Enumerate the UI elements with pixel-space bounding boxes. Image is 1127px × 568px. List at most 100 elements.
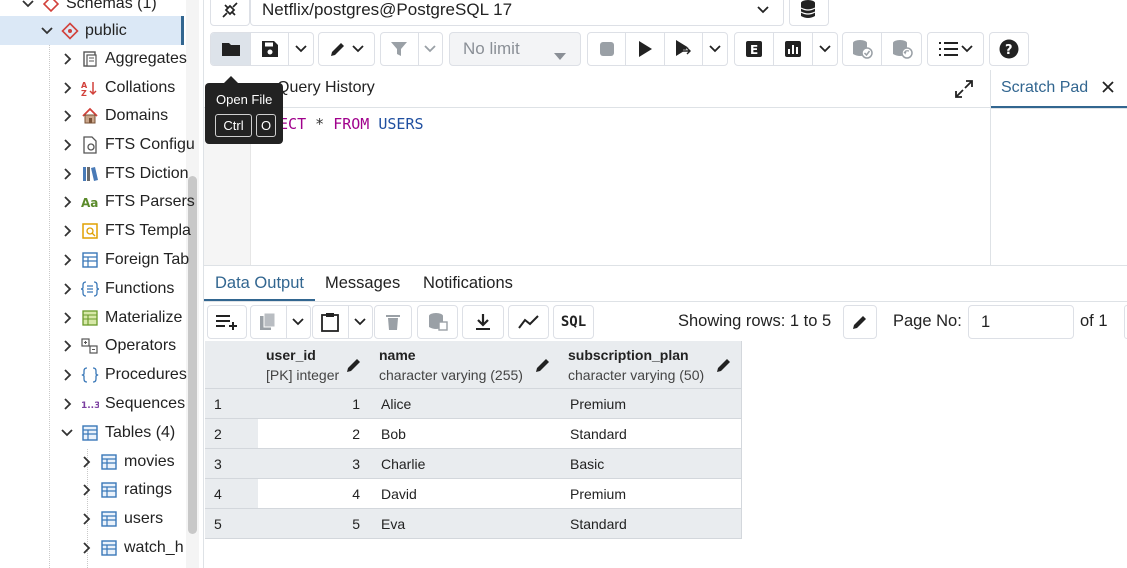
connection-status-button[interactable] xyxy=(210,0,250,26)
tree-item-fts-dictionaries[interactable]: FTS Diction xyxy=(59,160,189,188)
database-save-icon xyxy=(428,313,448,331)
tab-data-output[interactable]: Data Output xyxy=(215,274,304,293)
tab-scratch-pad[interactable]: Scratch Pad xyxy=(991,70,1127,108)
edit-range-button[interactable] xyxy=(843,305,877,339)
tree-item-collations[interactable]: AZ Collations xyxy=(59,74,175,102)
filter-dropdown[interactable] xyxy=(419,33,442,65)
execute-script-button[interactable] xyxy=(665,33,703,65)
sql-editor[interactable]: LECT * FROM USERS xyxy=(270,115,424,133)
tree-item-label: Materialize xyxy=(105,309,183,326)
tree-item-materialized-views[interactable]: Materialize xyxy=(59,304,182,332)
close-icon[interactable] xyxy=(1101,80,1115,99)
explain-analyze-button[interactable] xyxy=(774,33,813,65)
cell-subscription-plan[interactable]: Premium xyxy=(560,389,742,419)
cell-user-id[interactable]: 3 xyxy=(258,449,372,479)
tree-item-tables[interactable]: Tables (4) xyxy=(59,419,175,447)
explain-button[interactable]: E xyxy=(735,33,774,65)
connection-select[interactable]: Netflix/postgres@PostgreSQL 17 xyxy=(250,0,784,26)
row-number[interactable]: 2 xyxy=(205,419,259,449)
cell-user-id[interactable]: 2 xyxy=(258,419,372,449)
copy-button[interactable] xyxy=(251,306,287,338)
explain-options-dropdown[interactable] xyxy=(813,33,837,65)
row-number[interactable]: 5 xyxy=(205,509,259,539)
commit-button[interactable] xyxy=(843,33,883,65)
save-options-dropdown[interactable] xyxy=(289,33,313,65)
cell-name[interactable]: Alice xyxy=(371,389,561,419)
cell-subscription-plan[interactable]: Premium xyxy=(560,479,742,509)
tab-query-history[interactable]: Query History xyxy=(277,79,375,97)
stop-query-button[interactable] xyxy=(588,33,626,65)
tree-item-procedures[interactable]: Procedures xyxy=(59,361,187,389)
new-connection-button[interactable] xyxy=(789,0,829,26)
paste-button[interactable] xyxy=(313,306,349,338)
chevron-right-icon xyxy=(78,454,94,470)
cell-user-id[interactable]: 1 xyxy=(258,389,372,419)
tree-item-table-users[interactable]: users xyxy=(78,505,163,533)
chevron-right-icon xyxy=(78,482,94,498)
column-header-user-id[interactable]: user_id [PK] integer xyxy=(258,341,372,389)
page-number-input[interactable]: 1 xyxy=(968,305,1074,339)
row-number-header[interactable] xyxy=(205,341,259,389)
tree-item-label: users xyxy=(124,510,164,527)
rollback-button[interactable] xyxy=(882,33,921,65)
download-button[interactable] xyxy=(462,305,504,339)
pencil-icon[interactable] xyxy=(716,357,732,373)
column-header-subscription-plan[interactable]: subscription_plan character varying (50) xyxy=(560,341,742,389)
cell-user-id[interactable]: 5 xyxy=(258,509,372,539)
sql-view-button[interactable]: SQL xyxy=(553,305,594,339)
copy-options-dropdown[interactable] xyxy=(287,306,310,338)
tree-item-table-movies[interactable]: movies xyxy=(78,448,175,476)
graph-visualiser-button[interactable] xyxy=(508,305,549,339)
cell-name[interactable]: David xyxy=(371,479,561,509)
execute-options-dropdown[interactable] xyxy=(703,33,727,65)
tree-item-fts-configurations[interactable]: FTS Configu xyxy=(59,131,195,159)
execute-query-button[interactable] xyxy=(626,33,665,65)
save-data-button[interactable] xyxy=(417,305,458,339)
row-limit-select[interactable]: No limit xyxy=(449,32,581,66)
delete-row-button[interactable] xyxy=(374,305,412,339)
tab-notifications[interactable]: Notifications xyxy=(423,274,513,293)
tree-item-foreign-tables[interactable]: Foreign Tab xyxy=(59,246,189,274)
cell-subscription-plan[interactable]: Basic xyxy=(560,449,742,479)
cell-subscription-plan[interactable]: Standard xyxy=(560,419,742,449)
aggregates-icon xyxy=(81,50,99,68)
edit-menu-button[interactable] xyxy=(319,33,374,65)
cell-name[interactable]: Charlie xyxy=(371,449,561,479)
macros-menu-button[interactable] xyxy=(928,33,983,65)
maximize-icon[interactable] xyxy=(954,79,974,99)
tree-item-sequences[interactable]: 1..3 Sequences xyxy=(59,390,185,418)
row-number[interactable]: 4 xyxy=(205,479,259,509)
tree-item-functions[interactable]: Functions xyxy=(59,275,174,303)
save-file-button[interactable] xyxy=(251,33,289,65)
add-row-button[interactable] xyxy=(207,305,247,339)
tree-item-table-ratings[interactable]: ratings xyxy=(78,476,172,504)
fts-dictionary-icon xyxy=(81,165,99,183)
tree-item-label: Collations xyxy=(105,79,176,96)
tree-item-public[interactable]: public xyxy=(39,17,127,45)
tree-item-domains[interactable]: Domains xyxy=(59,102,168,130)
tree-item-fts-templates[interactable]: FTS Templa xyxy=(59,217,191,245)
tree-item-aggregates[interactable]: Aggregates xyxy=(59,45,187,73)
copy-icon xyxy=(260,312,276,330)
selected-row-indicator xyxy=(181,16,184,45)
cell-user-id[interactable]: 4 xyxy=(258,479,372,509)
cell-name[interactable]: Bob xyxy=(371,419,561,449)
help-button[interactable]: ? xyxy=(990,33,1028,65)
row-number[interactable]: 3 xyxy=(205,449,259,479)
tree-item-fts-parsers[interactable]: Aa FTS Parsers xyxy=(59,188,195,216)
filter-button[interactable] xyxy=(381,33,419,65)
pencil-icon[interactable] xyxy=(346,357,362,373)
row-number[interactable]: 1 xyxy=(205,389,259,419)
paste-options-dropdown[interactable] xyxy=(349,306,372,338)
tree-item-table-watch-history[interactable]: watch_h xyxy=(78,534,184,562)
open-file-button[interactable] xyxy=(211,33,251,65)
cell-subscription-plan[interactable]: Standard xyxy=(560,509,742,539)
pencil-icon[interactable] xyxy=(535,357,551,373)
tree-item-operators[interactable]: Operators xyxy=(59,332,176,360)
cell-name[interactable]: Eva xyxy=(371,509,561,539)
column-header-name[interactable]: name character varying (255) xyxy=(371,341,561,389)
filter-icon xyxy=(391,42,408,56)
tab-messages[interactable]: Messages xyxy=(325,274,400,293)
paste-group xyxy=(312,305,373,339)
chevron-right-icon xyxy=(59,367,75,383)
